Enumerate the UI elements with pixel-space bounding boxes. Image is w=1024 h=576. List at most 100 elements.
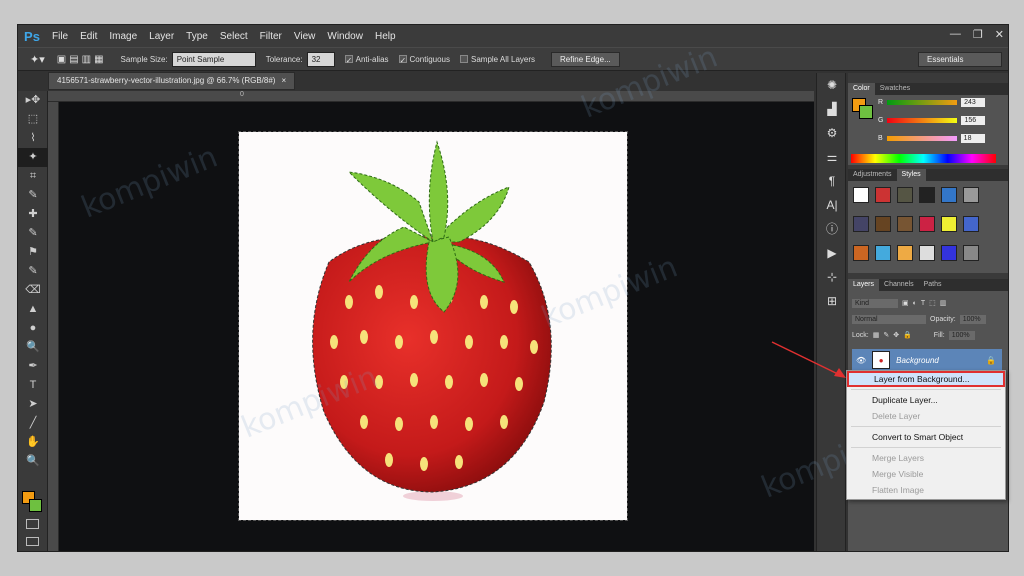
actions-icon[interactable]: ▶ xyxy=(817,241,847,265)
quick-mask-icon[interactable] xyxy=(26,519,39,529)
screen-mode-icon[interactable] xyxy=(26,537,39,546)
menu-type[interactable]: Type xyxy=(180,31,214,42)
style-swatch[interactable] xyxy=(853,245,869,261)
type-tool-icon[interactable]: T xyxy=(18,376,48,395)
menu-help[interactable]: Help xyxy=(369,31,402,42)
menu-edit[interactable]: Edit xyxy=(74,31,103,42)
brush-tool-icon[interactable]: ✎ xyxy=(18,224,48,243)
dodge-tool-icon[interactable]: 🔍 xyxy=(18,338,48,357)
style-swatch[interactable] xyxy=(919,187,935,203)
anti-alias-checkbox[interactable]: ✓ Anti-alias xyxy=(344,55,389,65)
crop-tool-icon[interactable]: ⌗ xyxy=(18,167,48,186)
paragraph-icon[interactable]: ¶ xyxy=(817,169,847,193)
histogram-icon[interactable]: ▟ xyxy=(817,97,847,121)
document-canvas[interactable] xyxy=(238,131,628,521)
bg-color-chip[interactable] xyxy=(859,105,873,119)
stamp-tool-icon[interactable]: ⚑ xyxy=(18,243,48,262)
gradient-tool-icon[interactable]: ▲ xyxy=(18,300,48,319)
tab-adjustments[interactable]: Adjustments xyxy=(848,169,897,181)
g-value-input[interactable]: 156 xyxy=(961,116,986,125)
document-tab[interactable]: 4156571-strawberry-vector-illustration.j… xyxy=(48,72,296,90)
properties-icon[interactable]: ⚌ xyxy=(817,145,847,169)
g-slider[interactable] xyxy=(887,118,958,123)
close-tab-icon[interactable]: × xyxy=(281,76,286,86)
background-layer-row[interactable]: 👁 ● Background 🔒 xyxy=(852,349,1002,371)
menu-window[interactable]: Window xyxy=(321,31,369,42)
canvas-area[interactable] xyxy=(59,102,814,551)
menu-view[interactable]: View xyxy=(288,31,322,42)
lock-icons[interactable]: ▦✎✥🔒 xyxy=(873,331,916,339)
navigator-icon[interactable]: ⊹ xyxy=(817,265,847,289)
blend-mode-select[interactable]: Normal xyxy=(852,314,926,324)
style-swatch[interactable] xyxy=(941,187,957,203)
line-tool-icon[interactable]: ╱ xyxy=(18,414,48,433)
tolerance-input[interactable]: 32 xyxy=(306,51,335,67)
blur-tool-icon[interactable]: ● xyxy=(18,319,48,338)
menu-layer[interactable]: Layer xyxy=(143,31,180,42)
sun-icon[interactable]: ✺ xyxy=(817,73,847,97)
healing-tool-icon[interactable]: ✚ xyxy=(18,205,48,224)
style-swatch[interactable] xyxy=(853,216,869,232)
menu-flatten-image[interactable]: Flatten Image xyxy=(847,482,1005,498)
opacity-input[interactable]: 100% xyxy=(959,314,986,324)
menu-filter[interactable]: Filter xyxy=(254,31,288,42)
eraser-tool-icon[interactable]: ⌫ xyxy=(18,281,48,300)
style-swatch[interactable] xyxy=(897,216,913,232)
tab-styles[interactable]: Styles xyxy=(896,169,926,181)
filter-icons[interactable]: ▣◐T⬚▥ xyxy=(902,299,950,307)
menu-layer-from-background[interactable]: Layer from Background... xyxy=(847,371,1005,387)
restore-button[interactable]: ❐ xyxy=(973,28,983,41)
hand-tool-icon[interactable]: ✋ xyxy=(18,433,48,452)
menu-merge-layers[interactable]: Merge Layers xyxy=(847,450,1005,466)
style-swatch[interactable] xyxy=(875,216,891,232)
style-swatch[interactable] xyxy=(919,216,935,232)
close-button[interactable]: ✕ xyxy=(995,28,1004,41)
style-swatch[interactable] xyxy=(853,187,869,203)
kind-filter-select[interactable]: Kind xyxy=(852,298,898,308)
path-select-tool-icon[interactable]: ➤ xyxy=(18,395,48,414)
color-spectrum[interactable] xyxy=(851,154,996,163)
eye-icon[interactable]: 👁 xyxy=(856,356,866,365)
zoom-tool-icon[interactable]: 🔍 xyxy=(18,452,48,471)
r-slider[interactable] xyxy=(887,100,958,105)
menu-delete-layer[interactable]: Delete Layer xyxy=(847,408,1005,424)
sample-all-checkbox[interactable]: Sample All Layers xyxy=(460,55,535,64)
history-brush-icon[interactable]: ✎ xyxy=(18,262,48,281)
style-swatch[interactable] xyxy=(919,245,935,261)
menu-duplicate-layer[interactable]: Duplicate Layer... xyxy=(847,392,1005,408)
pen-tool-icon[interactable]: ✒ xyxy=(18,357,48,376)
tab-swatches[interactable]: Swatches xyxy=(875,83,915,95)
move-tool-icon[interactable]: ▸✥ xyxy=(18,91,48,110)
tab-paths[interactable]: Paths xyxy=(919,279,947,291)
magic-wand-tool-icon[interactable]: ✦ xyxy=(18,148,48,167)
fill-input[interactable]: 100% xyxy=(948,330,975,340)
marquee-tool-icon[interactable]: ⬚ xyxy=(18,110,48,129)
refine-edge-button[interactable]: Refine Edge... xyxy=(551,51,620,67)
b-value-input[interactable]: 18 xyxy=(960,134,985,143)
style-swatch[interactable] xyxy=(941,216,957,232)
background-color-swatch[interactable] xyxy=(29,499,42,512)
menu-file[interactable]: File xyxy=(46,31,74,42)
lasso-tool-icon[interactable]: ⌇ xyxy=(18,129,48,148)
selection-mode-icons[interactable]: ▣▤▥▦ xyxy=(57,54,107,65)
style-swatch[interactable] xyxy=(897,187,913,203)
tab-color[interactable]: Color xyxy=(848,83,875,95)
style-swatch[interactable] xyxy=(963,187,979,203)
3d-icon[interactable]: ⊞ xyxy=(817,289,847,313)
sample-size-select[interactable]: Point Sample xyxy=(171,51,256,67)
brush-settings-icon[interactable]: ⚙ xyxy=(817,121,847,145)
contiguous-checkbox[interactable]: ✓ Contiguous xyxy=(398,55,450,65)
style-swatch[interactable] xyxy=(897,245,913,261)
style-swatch[interactable] xyxy=(963,245,979,261)
b-slider[interactable] xyxy=(886,136,957,141)
r-value-input[interactable]: 243 xyxy=(961,98,986,107)
style-swatch[interactable] xyxy=(941,245,957,261)
workspace-select[interactable]: Essentials xyxy=(918,51,1002,67)
character-icon[interactable]: A| xyxy=(817,193,847,217)
menu-image[interactable]: Image xyxy=(103,31,143,42)
minimize-button[interactable]: — xyxy=(950,28,961,41)
tab-layers[interactable]: Layers xyxy=(848,279,880,291)
menu-convert-smart-object[interactable]: Convert to Smart Object xyxy=(847,429,1005,445)
eyedropper-tool-icon[interactable]: ✎ xyxy=(18,186,48,205)
menu-merge-visible[interactable]: Merge Visible xyxy=(847,466,1005,482)
